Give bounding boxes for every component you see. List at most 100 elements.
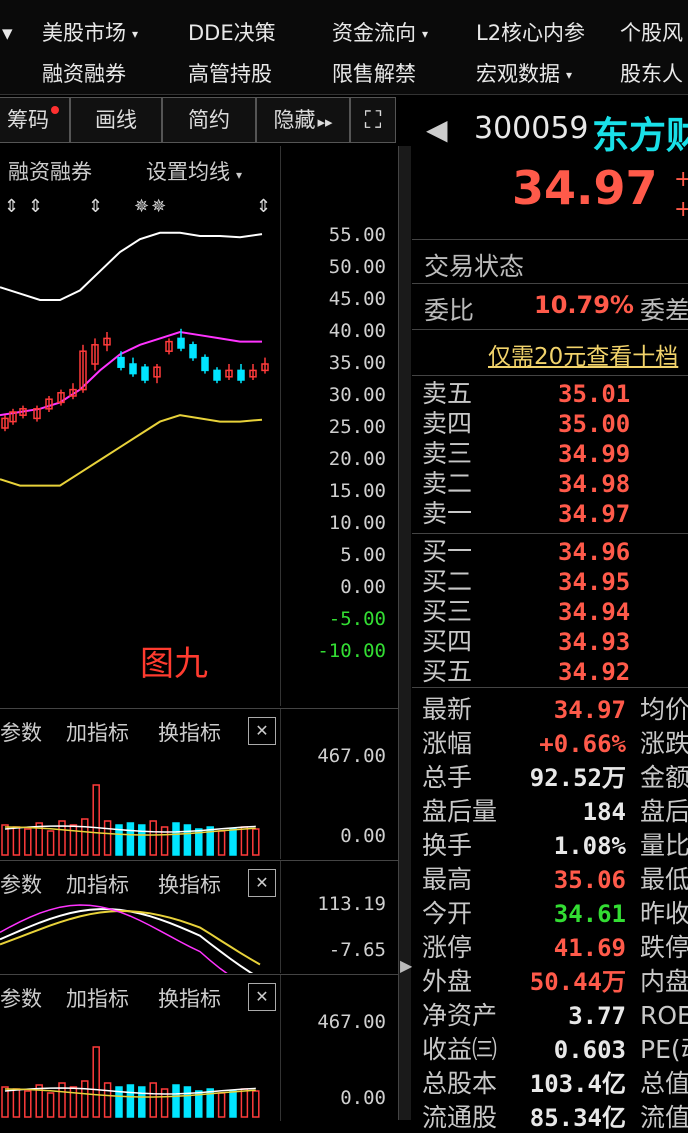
volume-bar	[103, 820, 112, 856]
axis-tick-label: 30.00	[328, 384, 386, 406]
panel-splitter[interactable]: ▶	[398, 146, 413, 1120]
volume-bar	[138, 1086, 146, 1118]
buy-level-price[interactable]: 34.96	[558, 537, 630, 567]
buy-level-label: 买三	[422, 597, 473, 626]
volume-bar	[12, 1088, 21, 1118]
sell-level-price[interactable]: 35.01	[558, 379, 630, 409]
axis-tick-label: 0.00	[340, 576, 386, 598]
volume-bar	[138, 824, 146, 856]
kline-chart[interactable]	[0, 146, 300, 706]
stat-label-secondary: 内盘	[640, 967, 688, 996]
volume-bar	[240, 826, 249, 856]
sell-level-label: 卖三	[422, 439, 473, 468]
volume-bar	[46, 1092, 55, 1118]
menu-label: 融资融券	[42, 62, 126, 86]
sell-level-price[interactable]: 34.98	[558, 469, 630, 499]
menu-macro[interactable]: 宏观数据 ▾	[476, 60, 572, 89]
sell-level-label: 卖五	[422, 379, 473, 408]
level10-promo-link[interactable]: 仅需20元查看十档	[488, 337, 678, 371]
stat-value: 50.44万	[529, 968, 626, 996]
volume-bar	[149, 820, 157, 856]
simple-mode-button[interactable]: 简约	[162, 97, 256, 143]
candle-body	[201, 356, 209, 372]
axis-tick-label: 10.00	[328, 512, 386, 534]
buy-level-price[interactable]: 34.93	[558, 627, 630, 657]
menu-margin[interactable]: 融资融券	[42, 60, 126, 88]
stat-value: 34.97	[553, 696, 626, 724]
volume-bar	[149, 1082, 157, 1118]
volume-bar	[24, 1090, 32, 1118]
volume-bar	[126, 822, 135, 856]
last-price: 34.97	[512, 161, 658, 215]
sell-level-price[interactable]: 35.00	[558, 409, 630, 439]
menu-shareholders[interactable]: 股东人	[620, 60, 683, 88]
axis-divider	[280, 975, 281, 1121]
menu-lockup[interactable]: 限售解禁	[332, 60, 416, 88]
splitter-arrow-icon: ▶	[400, 956, 413, 975]
stat-value: 3.77	[568, 1002, 626, 1030]
axis-tick-label: 20.00	[328, 448, 386, 470]
buy-level-price[interactable]: 34.94	[558, 597, 630, 627]
buy-level-price[interactable]: 34.95	[558, 567, 630, 597]
candle-body	[177, 337, 185, 349]
notification-dot-icon	[51, 106, 59, 114]
volume-bar	[69, 1086, 78, 1118]
stat-value: 35.06	[553, 866, 626, 894]
stat-label: 涨幅	[422, 729, 473, 758]
axis-tick-label: 15.00	[328, 480, 386, 502]
axis-min-label: 0.00	[340, 1087, 386, 1109]
menu-dde[interactable]: DDE决策	[188, 19, 276, 47]
sell-level-price[interactable]: 34.99	[558, 439, 630, 469]
axis-max-label: 467.00	[317, 1011, 386, 1033]
volume-chart[interactable]	[0, 975, 280, 1121]
stat-label: 流通股	[422, 1103, 498, 1132]
menu-label: DDE决策	[188, 21, 276, 45]
stat-label-secondary: 盘后	[640, 797, 688, 826]
indicator-panel: 参数 加指标 换指标 ✕ 113.19 -7.65	[0, 860, 398, 973]
overlay-label: 图九	[140, 644, 208, 684]
lower-band-line	[0, 414, 263, 487]
volume-bar	[160, 1088, 169, 1118]
menu-label: 宏观数据	[476, 62, 560, 86]
volume-bar	[126, 1084, 135, 1118]
menu-label: 资金流向	[332, 21, 416, 45]
divider	[412, 687, 688, 688]
stat-label-secondary: 量比	[640, 831, 688, 860]
buy-level-label: 买五	[422, 657, 473, 686]
sell-level-label: 卖一	[422, 499, 473, 528]
stock-code: 300059	[474, 111, 589, 146]
chips-button[interactable]: 筹码	[0, 97, 70, 143]
candle-body	[189, 344, 197, 359]
axis-tick-label: 5.00	[340, 544, 386, 566]
axis-tick-label: 35.00	[328, 352, 386, 374]
sell-level-price[interactable]: 34.97	[558, 499, 630, 529]
volume-bar	[229, 1090, 237, 1118]
macd-chart[interactable]	[0, 861, 280, 973]
volume-bar	[92, 784, 100, 856]
menu-us-stocks[interactable]: 美股市场 ▾	[42, 19, 138, 48]
top-menu-bar: ▾ 美股市场 ▾ DDE决策 资金流向 ▾ L2核心内参 个股风 融资融券 高管持股…	[0, 0, 688, 95]
hide-button[interactable]: 隐藏 ▸▸	[256, 97, 350, 143]
change-sign: +	[674, 167, 688, 192]
buy-level-label: 买一	[422, 537, 473, 566]
menu-fund-flow[interactable]: 资金流向 ▾	[332, 19, 428, 48]
stat-label: 盘后量	[422, 797, 498, 826]
menu-caret-left[interactable]: ▾	[2, 19, 13, 47]
buy-level-label: 买四	[422, 627, 473, 656]
buy-level-price[interactable]: 34.92	[558, 657, 630, 687]
volume-chart[interactable]	[0, 709, 280, 859]
divider	[412, 533, 688, 534]
expand-button[interactable]: ⛶	[350, 97, 396, 143]
menu-stock-risk[interactable]: 个股风	[620, 19, 683, 47]
draw-line-button[interactable]: 画线	[70, 97, 162, 143]
axis-tick-label: 50.00	[328, 256, 386, 278]
volume-bar	[252, 828, 260, 856]
menu-label: 美股市场	[42, 21, 126, 45]
volume-bar	[103, 1082, 112, 1118]
candle-body	[117, 356, 125, 368]
menu-l2[interactable]: L2核心内参	[476, 19, 585, 47]
stat-label: 总手	[422, 763, 473, 792]
sell-level-label: 卖四	[422, 409, 473, 438]
menu-exec-holdings[interactable]: 高管持股	[188, 60, 272, 88]
back-arrow-icon[interactable]: ◀	[426, 113, 448, 146]
